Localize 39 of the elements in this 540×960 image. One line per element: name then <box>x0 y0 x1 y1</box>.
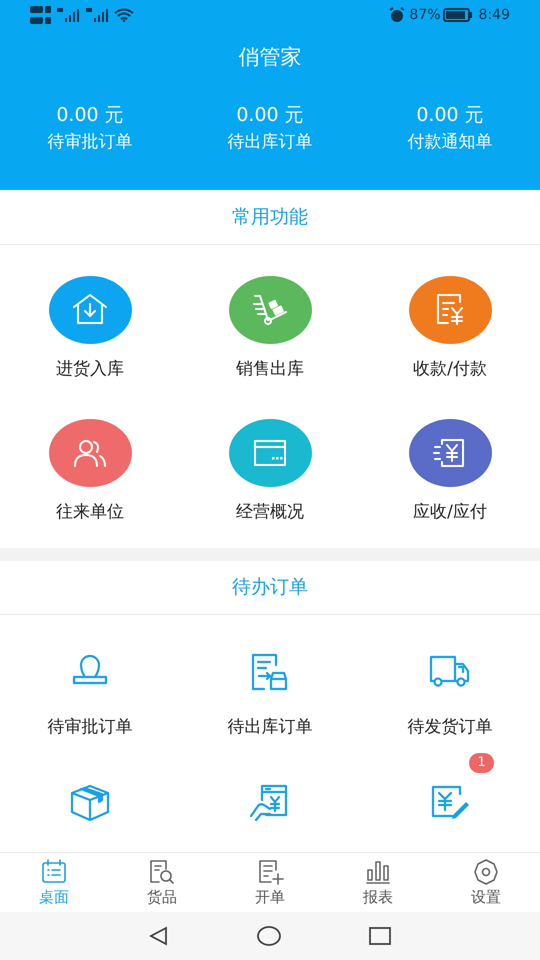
recents-icon[interactable] <box>369 927 391 945</box>
battery-icon <box>442 8 473 22</box>
signal-icon <box>86 8 110 22</box>
stat-label: 待审批订单 <box>48 131 132 154</box>
order-label: 待出库订单 <box>228 716 312 739</box>
stat-label: 付款通知单 <box>408 131 492 154</box>
document-search-icon <box>148 858 176 886</box>
function-label: 收款/付款 <box>413 358 487 381</box>
section-title: 常用功能 <box>232 204 308 230</box>
alarm-icon <box>389 7 406 23</box>
stat-amount: 0.00 元 <box>416 103 484 127</box>
notification-badge: 1 <box>469 753 494 773</box>
wifi-icon <box>114 8 134 22</box>
nav-tab[interactable]: 货品 <box>108 853 216 912</box>
home-icon[interactable] <box>257 926 281 946</box>
order-label: 待发货订单 <box>408 716 492 739</box>
gear-icon <box>472 858 500 886</box>
stat-label: 待出库订单 <box>228 131 312 154</box>
app-title: 俏管家 <box>238 44 302 71</box>
function-label: 经营概况 <box>236 501 304 524</box>
function-label: 销售出库 <box>236 358 304 381</box>
nav-tab[interactable]: 报表 <box>324 853 432 912</box>
package-icon[interactable] <box>68 782 112 824</box>
document-plus-icon <box>256 858 284 886</box>
calendar-list-icon <box>40 858 68 886</box>
function-label: 往来单位 <box>56 501 124 524</box>
battery-percent: 87% <box>409 6 441 24</box>
function-label: 进货入库 <box>56 358 124 381</box>
nav-tab[interactable]: 开单 <box>216 853 324 912</box>
function-label: 应收/应付 <box>413 501 487 524</box>
bar-chart-icon <box>364 858 392 886</box>
clock-time: 8:49 <box>478 6 510 24</box>
stat-amount: 0.00 元 <box>236 103 304 127</box>
back-icon[interactable] <box>149 926 169 946</box>
nav-tab[interactable]: 设置 <box>432 853 540 912</box>
signal-icon <box>57 8 81 22</box>
stat-amount: 0.00 元 <box>56 103 124 127</box>
order-label: 待审批订单 <box>48 716 132 739</box>
section-title: 待办订单 <box>232 575 308 600</box>
